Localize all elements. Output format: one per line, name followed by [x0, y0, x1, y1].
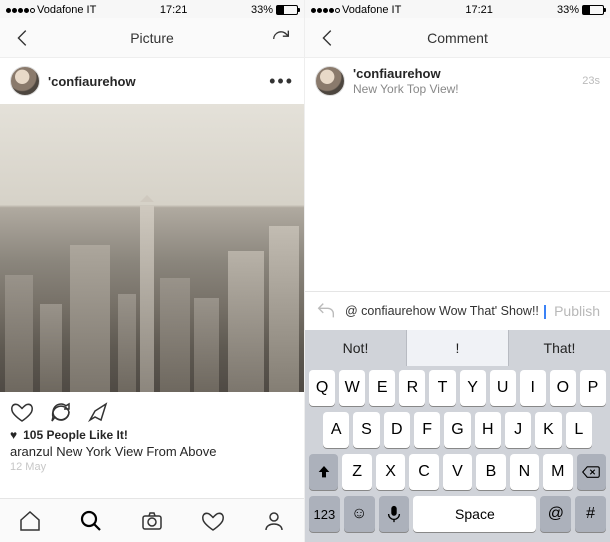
key-u[interactable]: U	[490, 370, 516, 406]
key-space[interactable]: Space	[413, 496, 536, 532]
key-f[interactable]: F	[414, 412, 440, 448]
battery-percent: 33%	[557, 4, 579, 16]
publish-button[interactable]: Publish	[554, 303, 600, 319]
key-y[interactable]: Y	[460, 370, 486, 406]
battery-icon	[582, 5, 604, 15]
post-date: 12 May	[0, 461, 304, 473]
key-o[interactable]: O	[550, 370, 576, 406]
comment-button[interactable]	[48, 400, 72, 424]
avatar[interactable]	[10, 66, 40, 96]
key-j[interactable]: J	[505, 412, 531, 448]
key-z[interactable]: Z	[342, 454, 371, 490]
post-actions	[0, 392, 304, 428]
back-button[interactable]	[12, 27, 34, 49]
status-bar: Vodafone IT 17:21 33%	[0, 0, 304, 18]
key-c[interactable]: C	[409, 454, 438, 490]
key-n[interactable]: N	[510, 454, 539, 490]
key-w[interactable]: W	[339, 370, 365, 406]
caption: aranzul New York View From Above	[0, 442, 304, 461]
refresh-button[interactable]	[270, 27, 292, 49]
post-image[interactable]	[0, 104, 304, 392]
key-v[interactable]: V	[443, 454, 472, 490]
page-title: Picture	[130, 30, 174, 46]
carrier-label: Vodafone IT	[342, 4, 401, 16]
heart-icon: ♥	[10, 428, 17, 442]
suggestion-3[interactable]: That!	[509, 330, 610, 366]
post-header: 'confiaurehow •••	[0, 58, 304, 104]
tab-home[interactable]	[18, 509, 42, 533]
post-username[interactable]: 'confiaurehow	[48, 74, 136, 89]
avatar[interactable]	[315, 66, 345, 96]
key-backspace[interactable]	[577, 454, 606, 490]
screen-comment: Vodafone IT 17:21 33% Comment 'confiaure…	[305, 0, 610, 542]
page-title: Comment	[427, 30, 488, 46]
key-shift[interactable]	[309, 454, 338, 490]
key-at[interactable]: @	[540, 496, 571, 532]
tab-profile[interactable]	[262, 509, 286, 533]
compose-mention: @ confiaurehow	[345, 304, 436, 318]
share-button[interactable]	[86, 400, 110, 424]
key-s[interactable]: S	[353, 412, 379, 448]
post-subtitle: New York Top View!	[353, 82, 459, 96]
key-m[interactable]: M	[543, 454, 572, 490]
key-d[interactable]: D	[384, 412, 410, 448]
keyboard-suggestions: Not! ! That!	[305, 330, 610, 366]
key-hash[interactable]: #	[575, 496, 606, 532]
likes-text: 105 People Like It!	[23, 428, 128, 442]
key-h[interactable]: H	[475, 412, 501, 448]
comment-post-header: 'confiaurehow New York Top View! 23s	[305, 58, 610, 104]
back-button[interactable]	[317, 27, 339, 49]
carrier-label: Vodafone IT	[37, 4, 96, 16]
post-timestamp: 23s	[582, 75, 600, 87]
battery-icon	[276, 5, 298, 15]
key-i[interactable]: I	[520, 370, 546, 406]
likes-row[interactable]: ♥ 105 People Like It!	[0, 428, 304, 442]
tab-bar	[0, 498, 304, 542]
keyboard: Q W E R T Y U I O P A S D F G H	[305, 366, 610, 542]
post-username[interactable]: 'confiaurehow	[353, 66, 459, 81]
key-r[interactable]: R	[399, 370, 425, 406]
key-emoji[interactable]: ☺	[344, 496, 375, 532]
clock: 17:21	[160, 4, 188, 16]
suggestion-2[interactable]: !	[407, 330, 509, 366]
battery-percent: 33%	[251, 4, 273, 16]
clock: 17:21	[465, 4, 493, 16]
tab-camera[interactable]	[140, 509, 164, 533]
signal-dots-icon	[6, 8, 35, 13]
reply-icon	[315, 300, 337, 322]
key-g[interactable]: G	[444, 412, 470, 448]
app-header: Comment	[305, 18, 610, 58]
tab-activity[interactable]	[201, 509, 225, 533]
key-a[interactable]: A	[323, 412, 349, 448]
compose-bar: @ confiaurehow Wow That' Show!! Publish	[305, 291, 610, 330]
key-mode[interactable]: 123	[309, 496, 340, 532]
key-l[interactable]: L	[566, 412, 592, 448]
key-b[interactable]: B	[476, 454, 505, 490]
screen-picture: Vodafone IT 17:21 33% Picture 'confiaure…	[0, 0, 305, 542]
suggestion-1[interactable]: Not!	[305, 330, 407, 366]
key-t[interactable]: T	[429, 370, 455, 406]
status-bar: Vodafone IT 17:21 33%	[305, 0, 610, 18]
more-button[interactable]: •••	[269, 72, 294, 90]
tab-search[interactable]	[79, 509, 103, 533]
key-k[interactable]: K	[535, 412, 561, 448]
signal-dots-icon	[311, 8, 340, 13]
key-mic[interactable]	[379, 496, 410, 532]
caption-username[interactable]: aranzul	[10, 444, 53, 459]
key-q[interactable]: Q	[309, 370, 335, 406]
like-button[interactable]	[10, 400, 34, 424]
key-e[interactable]: E	[369, 370, 395, 406]
comment-input[interactable]: @ confiaurehow Wow That' Show!!	[345, 303, 546, 319]
key-p[interactable]: P	[580, 370, 606, 406]
key-x[interactable]: X	[376, 454, 405, 490]
compose-draft: Wow That' Show!!	[439, 304, 539, 318]
caption-text: New York View From Above	[56, 444, 216, 459]
app-header: Picture	[0, 18, 304, 58]
